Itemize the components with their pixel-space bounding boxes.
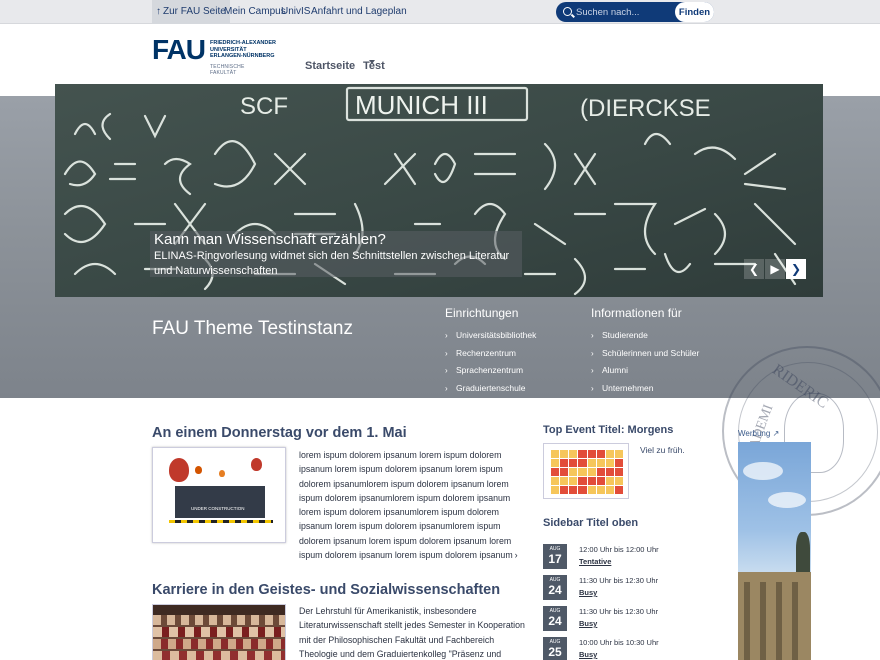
event-time: 10:00 Uhr bis 10:30 Uhr (579, 638, 659, 647)
post-thumbnail-2[interactable] (152, 604, 286, 660)
chalk-writing-diercks: (DIERCKSE (580, 95, 711, 122)
top-event-image[interactable] (543, 443, 629, 499)
quicklink-schueler[interactable]: › Schülerinnen und Schüler (591, 345, 699, 363)
event-date-badge: AUG 17 (543, 544, 567, 569)
meta-bar: ↑ Zur FAU Seite Mein Campus UnivIS Anfahr… (0, 0, 880, 24)
chevron-right-icon: › (591, 348, 594, 358)
event-item[interactable]: AUG 17 12:00 Uhr bis 12:00 Uhr Tentative (543, 544, 693, 570)
quicklink-universitaetsbibliothek[interactable]: › Universitätsbibliothek (445, 327, 536, 345)
quicklink-unternehmen[interactable]: › Unternehmen (591, 380, 699, 398)
fau-logo[interactable]: FAU FRIEDRICH-ALEXANDER UNIVERSITÄT ERLA… (152, 34, 276, 77)
event-time: 11:30 Uhr bis 12:30 Uhr (579, 607, 659, 616)
search-submit-button[interactable]: Finden (675, 2, 714, 22)
play-icon: ▶ (770, 262, 780, 276)
top-event-note: Viel zu früh. (640, 445, 685, 455)
event-status-link[interactable]: Tentative (579, 557, 611, 566)
search-input[interactable] (576, 4, 676, 20)
read-more-icon[interactable]: › (515, 550, 518, 560)
quicklink-alumni[interactable]: › Alumni (591, 362, 699, 380)
chevron-left-icon: ❮ (748, 262, 760, 276)
search-form: Finden (556, 2, 714, 22)
meta-link-mein-campus[interactable]: Mein Campus (224, 0, 286, 24)
event-item[interactable]: AUG 24 11:30 Uhr bis 12:30 Uhr Busy (543, 575, 693, 601)
ad-banner-image[interactable] (738, 442, 811, 660)
ad-label: Werbung ↗ (738, 429, 780, 438)
site-title: FAU Theme Testinstanz (152, 318, 354, 339)
quicklink-graduiertenschule[interactable]: › Graduiertenschule (445, 380, 536, 398)
top-event-title[interactable]: Top Event Titel: Morgens (543, 424, 673, 436)
event-time: 12:00 Uhr bis 12:00 Uhr (579, 545, 659, 554)
logo-subtitle: TECHNISCHE FAKULTÄT (210, 64, 245, 76)
chevron-right-icon: › (445, 331, 448, 340)
post-excerpt-2: Der Lehrstuhl für Amerikanistik, insbeso… (299, 606, 525, 659)
quicklinks-einrichtungen-heading: Einrichtungen (445, 306, 519, 320)
chevron-right-icon: › (591, 331, 594, 340)
nav-item-startseite[interactable]: Startseite (305, 60, 355, 72)
logo-text: FRIEDRICH-ALEXANDER UNIVERSITÄT ERLANGEN… (210, 40, 276, 59)
quicklink-studierende[interactable]: › Studierende (591, 327, 699, 345)
quicklink-sprachenzentrum[interactable]: › Sprachenzentrum (445, 362, 536, 380)
chevron-right-icon: › (591, 366, 594, 375)
caret-down-icon (369, 60, 375, 64)
event-item[interactable]: AUG 25 10:00 Uhr bis 10:30 Uhr Busy (543, 637, 693, 660)
slider-next-button[interactable]: ❯ (786, 259, 806, 279)
calendar-heatmap-graphic (551, 450, 623, 494)
external-link-icon: ↗ (772, 429, 780, 438)
quicklinks-einrichtungen: Einrichtungen › Universitätsbibliothek › R… (445, 306, 536, 397)
quicklinks-informationen: Informationen für › Studierende › Schüleri… (591, 306, 699, 397)
meta-link-anfahrt[interactable]: Anfahrt und Lageplan (311, 0, 407, 24)
event-status-link[interactable]: Busy (579, 588, 597, 597)
statue-shape (796, 532, 810, 572)
back-link-label: Zur FAU Seite (163, 6, 226, 17)
post-excerpt-1: lorem ispum dolorem ipsanum lorem ispum … (299, 450, 518, 561)
arrow-up-icon: ↑ (156, 6, 161, 17)
post-title-2[interactable]: Karriere in den Geistes- und Sozialwisse… (152, 582, 500, 598)
event-date-badge: AUG 25 (543, 637, 567, 660)
event-status-link[interactable]: Busy (579, 619, 597, 628)
slider-play-button[interactable]: ▶ (765, 259, 785, 279)
event-item[interactable]: AUG 24 11:30 Uhr bis 12:30 Uhr Busy (543, 606, 693, 632)
event-time: 11:30 Uhr bis 12:30 Uhr (579, 576, 659, 585)
chevron-right-icon: › (445, 366, 448, 375)
slide-text: ELINAS-Ringvorlesung widmet sich den Sch… (154, 250, 510, 277)
event-date-badge: AUG 24 (543, 575, 567, 600)
event-status-link[interactable]: Busy (579, 650, 597, 659)
quicklinks-informationen-heading: Informationen für (591, 306, 682, 320)
post-title-1[interactable]: An einem Donnerstag vor dem 1. Mai (152, 425, 407, 441)
event-date-badge: AUG 24 (543, 606, 567, 631)
back-to-fau-link[interactable]: ↑ Zur FAU Seite (152, 0, 230, 24)
quicklink-rechenzentrum[interactable]: › Rechenzentrum (445, 345, 536, 363)
chevron-right-icon: › (591, 383, 594, 393)
slide-title[interactable]: Kann man Wissenschaft erzählen? (154, 231, 386, 248)
chevron-right-icon: ❯ (790, 262, 802, 276)
search-icon (563, 7, 572, 16)
chevron-right-icon: › (445, 348, 448, 358)
chalk-writing-scf: SCF (240, 93, 288, 120)
post-thumbnail-1[interactable]: UNDER CONSTRUCTION (152, 447, 286, 543)
logo-mark: FAU (152, 34, 206, 65)
slider-prev-button[interactable]: ❮ (744, 259, 764, 279)
meta-link-univis[interactable]: UnivIS (281, 0, 310, 24)
sidebar-title: Sidebar Titel oben (543, 517, 639, 529)
under-construction-label: UNDER CONSTRUCTION (191, 506, 245, 511)
chalk-writing-munich: MUNICH III (355, 90, 488, 120)
chevron-right-icon: › (445, 383, 448, 393)
